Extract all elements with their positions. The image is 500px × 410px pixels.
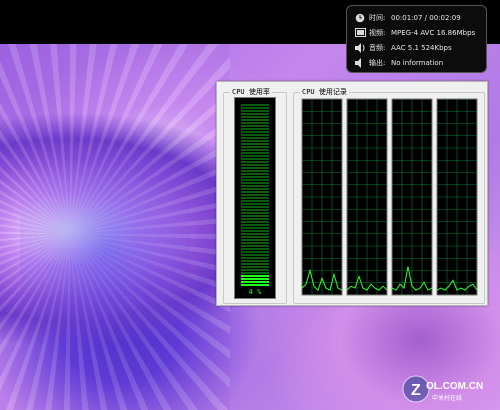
osd-value: 00:01:07 / 00:02:09	[391, 13, 461, 22]
usage-meter-track	[241, 104, 269, 286]
output-icon	[354, 57, 366, 68]
osd-row-time: 时间: 00:01:07 / 00:02:09	[354, 10, 486, 25]
osd-row-audio: 音频: AAC 5.1 524Kbps	[354, 40, 486, 55]
cpu-usage-value: 4 %	[248, 288, 262, 296]
osd-value: No information	[391, 58, 444, 67]
cpu-history-group: CPU 使用记录	[293, 87, 485, 304]
wallpaper-burst	[20, 150, 190, 350]
osd-label: 音频:	[369, 43, 386, 52]
clock-icon	[354, 13, 366, 23]
zol-watermark-logo: Z OL.COM.CN 中关村在线	[402, 373, 494, 405]
video-icon	[354, 28, 366, 38]
performance-window: CPU 使用率 4 % CPU 使用记录	[216, 81, 488, 306]
usage-meter-fill	[241, 275, 269, 286]
osd-value: AAC 5.1 524Kbps	[391, 43, 452, 52]
playback-info-overlay: 时间: 00:01:07 / 00:02:09 视频: MPEG-4 AVC 1…	[346, 5, 487, 73]
cpu-usage-title: CPU 使用率	[230, 87, 272, 97]
cpu-usage-group: CPU 使用率 4 %	[223, 87, 287, 304]
osd-row-output: 输出: No information	[354, 55, 486, 70]
cpu-history-graphs	[301, 98, 478, 296]
speaker-icon	[354, 42, 366, 53]
svg-text:Z: Z	[411, 382, 421, 399]
osd-value: MPEG-4 AVC 16.86Mbps	[391, 28, 476, 37]
osd-row-video: 视频: MPEG-4 AVC 16.86Mbps	[354, 25, 486, 40]
cpu-usage-meter: 4 %	[234, 97, 276, 299]
osd-label: 输出:	[369, 58, 386, 67]
svg-text:中关村在线: 中关村在线	[432, 394, 462, 402]
svg-text:OL.COM.CN: OL.COM.CN	[426, 381, 483, 392]
osd-label: 时间:	[369, 13, 386, 22]
osd-label: 视频:	[369, 28, 386, 37]
